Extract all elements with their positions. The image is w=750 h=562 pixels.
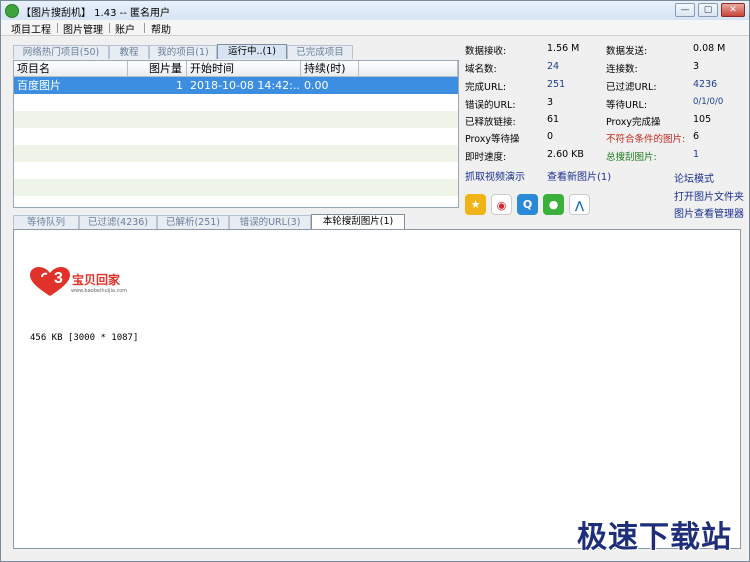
stat-value-wait-url: 0/1/0/0 xyxy=(693,97,724,107)
cell-project-name: 百度图片 xyxy=(17,79,61,92)
stat-value-done-url: 251 xyxy=(547,79,566,90)
video-demo-link[interactable]: 抓取视频演示 xyxy=(465,168,525,183)
cell-image-count: 1 xyxy=(176,79,183,92)
menu-divider xyxy=(57,23,58,33)
column-header-duration[interactable]: 持续(时) xyxy=(301,61,359,77)
column-header-name[interactable]: 项目名 xyxy=(14,61,128,77)
close-button[interactable]: ✕ xyxy=(721,3,745,17)
image-manager-link[interactable]: 图片查看管理器 xyxy=(674,205,744,220)
tencent-weibo-icon[interactable]: ⋀ xyxy=(569,194,590,215)
empty-row xyxy=(14,145,458,162)
column-header-start-time[interactable]: 开始时间 xyxy=(187,61,301,77)
logo-text: 宝贝回家 xyxy=(72,273,121,287)
cell-start-time: 2018-10-08 14:42:... xyxy=(190,79,301,92)
qq-icon[interactable]: Q xyxy=(517,194,538,215)
stat-value-total-images: 1 xyxy=(693,149,700,160)
title-bar[interactable]: 【图片搜刮机】 1.43 -- 匿名用户 — ▢ ✕ xyxy=(1,1,749,21)
stat-label-total-images: 总搜刮图片: xyxy=(606,152,657,163)
tab-hot-projects[interactable]: 网络热门项目(50) xyxy=(13,45,109,59)
stat-value-rejected-images: 6 xyxy=(693,131,700,142)
stat-value-released-links: 61 xyxy=(547,114,560,125)
menu-image-manage[interactable]: 图片管理 xyxy=(63,21,103,36)
stat-label-wait-url: 等待URL: xyxy=(606,100,648,111)
logo-number: 3 xyxy=(54,270,63,287)
stat-label-received: 数据接收: xyxy=(465,46,507,57)
wechat-icon[interactable]: ● xyxy=(543,194,564,215)
tab-wait-queue[interactable]: 等待队列 xyxy=(13,215,79,229)
heart-logo-icon xyxy=(30,267,70,296)
maximize-button[interactable]: ▢ xyxy=(698,3,718,17)
stat-value-connections: 3 xyxy=(693,61,700,72)
result-tabs: 等待队列 已过滤(4236) 已解析(251) 错误的URL(3) 本轮搜刮图片… xyxy=(13,214,459,229)
menu-bar: 项目工程 图片管理 账户 帮助 xyxy=(1,20,749,36)
empty-row xyxy=(14,94,458,111)
tab-tutorial[interactable]: 教程 xyxy=(109,45,149,59)
tab-filtered[interactable]: 已过滤(4236) xyxy=(79,215,157,229)
forum-mode-link[interactable]: 论坛模式 xyxy=(674,170,714,185)
stat-value-proxy-done: 105 xyxy=(693,114,712,125)
stat-value-sent: 0.08 M xyxy=(693,43,726,54)
stat-label-rejected-images: 不符合条件的图片: xyxy=(606,134,686,145)
stat-value-domains: 24 xyxy=(547,61,560,72)
menu-help[interactable]: 帮助 xyxy=(151,21,171,36)
tab-round-images[interactable]: 本轮搜刮图片(1) xyxy=(311,214,405,229)
image-thumbnail[interactable]: 3 宝贝回家 www.baobeihuijia.com xyxy=(28,265,128,301)
stat-label-error-url: 错误的URL: xyxy=(465,100,516,111)
stat-value-filtered-url: 4236 xyxy=(693,79,718,90)
project-tabs: 网络热门项目(50) 教程 我的项目(1) 运行中..(1) 已完成项目 xyxy=(13,44,459,59)
stat-value-received: 1.56 M xyxy=(547,43,580,54)
column-header-count[interactable]: 图片量 xyxy=(128,61,187,77)
menu-account[interactable]: 账户 xyxy=(115,21,135,36)
stat-label-sent: 数据发送: xyxy=(606,46,648,57)
menu-project[interactable]: 项目工程 xyxy=(11,21,51,36)
window-title: 【图片搜刮机】 1.43 -- 匿名用户 xyxy=(21,8,171,19)
watermark-text: 极速下载站 xyxy=(577,520,732,555)
stat-label-proxy-done: Proxy完成操 xyxy=(606,117,661,128)
stat-value-speed: 2.60 KB xyxy=(547,149,584,160)
open-image-folder-link[interactable]: 打开图片文件夹 xyxy=(674,188,744,203)
logo-url: www.baobeihuijia.com xyxy=(71,288,128,294)
stat-value-proxy-wait: 0 xyxy=(547,131,554,142)
empty-row xyxy=(14,179,458,196)
table-row[interactable]: 百度图片 1 2018-10-08 14:42:... 0.00 xyxy=(14,77,458,94)
tab-running[interactable]: 运行中..(1) xyxy=(217,44,287,59)
tab-parsed[interactable]: 已解析(251) xyxy=(157,215,229,229)
view-new-images-link[interactable]: 查看新图片(1) xyxy=(547,168,611,183)
stat-label-proxy-wait: Proxy等待操 xyxy=(465,134,520,145)
project-table: 项目名 图片量 开始时间 持续(时) 百度图片 1 2018-10-08 14:… xyxy=(13,60,459,208)
menu-divider xyxy=(144,23,145,33)
image-info: 456 KB [3000 * 1087] xyxy=(30,333,139,343)
qzone-icon[interactable]: ★ xyxy=(465,194,486,215)
stat-label-filtered-url: 已过滤URL: xyxy=(606,82,657,93)
empty-row xyxy=(14,196,458,207)
empty-row xyxy=(14,162,458,179)
empty-row xyxy=(14,128,458,145)
stat-label-released-links: 已释放链接: xyxy=(465,117,516,128)
tab-error-url[interactable]: 错误的URL(3) xyxy=(229,215,311,229)
stat-label-domains: 域名数: xyxy=(465,64,497,75)
stat-label-speed: 即时速度: xyxy=(465,152,507,163)
tab-completed[interactable]: 已完成项目 xyxy=(287,45,353,59)
tab-my-projects[interactable]: 我的项目(1) xyxy=(149,45,217,59)
cell-duration: 0.00 xyxy=(304,79,329,92)
empty-row xyxy=(14,111,458,128)
app-window: 【图片搜刮机】 1.43 -- 匿名用户 — ▢ ✕ 项目工程 图片管理 账户 … xyxy=(0,0,750,562)
weibo-icon[interactable]: ◉ xyxy=(491,194,512,215)
column-header-empty xyxy=(359,61,458,77)
image-preview-panel: 3 宝贝回家 www.baobeihuijia.com 456 KB [3000… xyxy=(13,229,741,549)
stat-value-error-url: 3 xyxy=(547,97,554,108)
stat-label-connections: 连接数: xyxy=(606,64,638,75)
minimize-button[interactable]: — xyxy=(675,3,695,17)
app-icon xyxy=(5,4,19,18)
stat-label-done-url: 完成URL: xyxy=(465,82,507,93)
menu-divider xyxy=(109,23,110,33)
